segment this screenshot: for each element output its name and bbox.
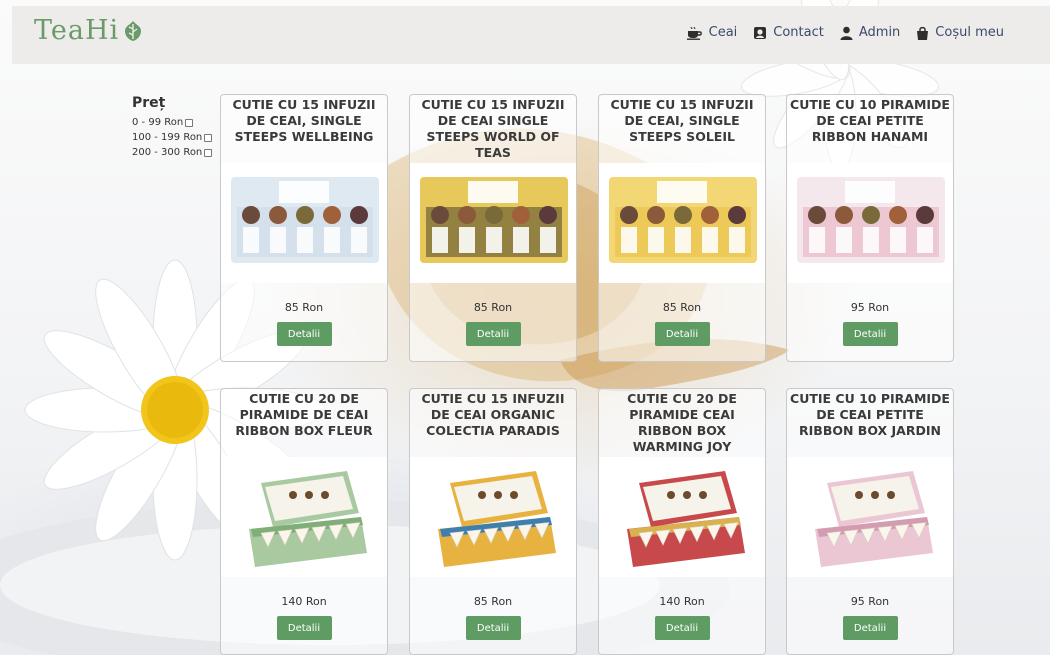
nav-admin[interactable]: Admin: [840, 25, 900, 40]
product-title: CUTIE CU 20 DE PIRAMIDE CEAI RIBBON BOX …: [627, 391, 737, 454]
filter-option-100-199[interactable]: 100 - 199 Ron: [132, 130, 222, 145]
top-header: TeaHi Ceai Contact Admin Coșul meu: [12, 6, 1050, 64]
details-button[interactable]: Detalii: [276, 322, 332, 346]
tea-box-image: [797, 177, 945, 263]
product-card: CUTIE CU 10 PIRAMIDE DE CEAI PETITE RIBB…: [786, 388, 954, 655]
product-card: CUTIE CU 15 INFUZII DE CEAI ORGANIC COLE…: [409, 388, 577, 655]
brand-logo[interactable]: TeaHi: [34, 15, 145, 46]
product-title: CUTIE CU 10 PIRAMIDE DE CEAI PETITE RIBB…: [790, 391, 950, 438]
product-image[interactable]: [221, 163, 387, 283]
nav-ceai[interactable]: Ceai: [686, 25, 738, 40]
tea-leaf-logo-icon: [125, 20, 142, 41]
product-image[interactable]: [787, 457, 953, 577]
product-card: CUTIE CU 15 INFUZII DE CEAI, SINGLE STEE…: [220, 94, 388, 362]
product-card: CUTIE CU 15 INFUZII DE CEAI, SINGLE STEE…: [598, 94, 766, 362]
product-price: 95 Ron: [850, 595, 890, 608]
tea-box-image: [815, 471, 933, 567]
product-title: CUTIE CU 15 INFUZII DE CEAI SINGLE STEEP…: [421, 97, 565, 160]
filter-option-label: 200 - 300 Ron: [132, 147, 203, 158]
tea-box-image: [420, 177, 568, 263]
filter-checkbox[interactable]: [204, 148, 213, 157]
product-title: CUTIE CU 15 INFUZII DE CEAI, SINGLE STEE…: [232, 97, 376, 144]
product-image[interactable]: [599, 163, 765, 283]
details-button[interactable]: Detalii: [842, 322, 898, 346]
nav-ceai-label: Ceai: [708, 25, 738, 40]
product-price: 85 Ron: [473, 301, 513, 314]
product-title: CUTIE CU 10 PIRAMIDE DE CEAI PETITE RIBB…: [790, 97, 950, 144]
tea-cup-icon: [686, 26, 702, 40]
product-image[interactable]: [221, 457, 387, 577]
filter-checkbox[interactable]: [204, 133, 213, 142]
nav-contact[interactable]: Contact: [753, 25, 824, 40]
product-price: 95 Ron: [850, 301, 890, 314]
nav-admin-label: Admin: [858, 25, 901, 40]
product-title: CUTIE CU 15 INFUZII DE CEAI, SINGLE STEE…: [610, 97, 754, 144]
contact-icon: [754, 26, 767, 39]
shopping-bag-icon: [917, 26, 929, 40]
tea-box-image: [231, 177, 379, 263]
filter-option-200-300[interactable]: 200 - 300 Ron: [132, 145, 222, 160]
details-button[interactable]: Detalii: [654, 322, 710, 346]
filter-title: Preț: [132, 95, 166, 111]
nav-contact-label: Contact: [773, 25, 824, 40]
tea-box-image: [438, 471, 556, 567]
product-price: 85 Ron: [284, 301, 324, 314]
filter-option-label: 0 - 99 Ron: [132, 117, 184, 128]
product-price: 140 Ron: [281, 595, 327, 608]
logo-text: TeaHi: [34, 15, 120, 46]
product-image[interactable]: [410, 457, 576, 577]
details-button[interactable]: Detalii: [276, 616, 332, 640]
nav-cart[interactable]: Coșul meu: [916, 25, 1004, 40]
product-card: CUTIE CU 20 DE PIRAMIDE CEAI RIBBON BOX …: [598, 388, 766, 655]
price-filter: Preț 0 - 99 Ron 100 - 199 Ron 200 - 300 …: [132, 95, 222, 160]
product-card: CUTIE CU 10 PIRAMIDE DE CEAI PETITE RIBB…: [786, 94, 954, 362]
product-image[interactable]: [410, 163, 576, 283]
details-button[interactable]: Detalii: [465, 322, 521, 346]
details-button[interactable]: Detalii: [465, 616, 521, 640]
product-image[interactable]: [599, 457, 765, 577]
product-title: CUTIE CU 15 INFUZII DE CEAI ORGANIC COLE…: [421, 391, 565, 438]
filter-checkbox[interactable]: [185, 118, 194, 127]
user-icon: [840, 26, 853, 40]
nav-cart-label: Coșul meu: [935, 25, 1004, 40]
product-image[interactable]: [787, 163, 953, 283]
product-price: 85 Ron: [473, 595, 513, 608]
product-price: 140 Ron: [659, 595, 705, 608]
product-title: CUTIE CU 20 DE PIRAMIDE DE CEAI RIBBON B…: [235, 391, 373, 438]
main-nav: Ceai Contact Admin Coșul meu: [686, 25, 1004, 40]
details-button[interactable]: Detalii: [654, 616, 710, 640]
tea-box-image: [609, 177, 757, 263]
filter-option-label: 100 - 199 Ron: [132, 132, 203, 143]
product-card: CUTIE CU 15 INFUZII DE CEAI SINGLE STEEP…: [409, 94, 577, 362]
product-price: 85 Ron: [662, 301, 702, 314]
tea-box-image: [249, 471, 367, 567]
filter-option-0-99[interactable]: 0 - 99 Ron: [132, 115, 222, 130]
tea-box-image: [627, 471, 745, 567]
details-button[interactable]: Detalii: [842, 616, 898, 640]
product-card: CUTIE CU 20 DE PIRAMIDE DE CEAI RIBBON B…: [220, 388, 388, 655]
